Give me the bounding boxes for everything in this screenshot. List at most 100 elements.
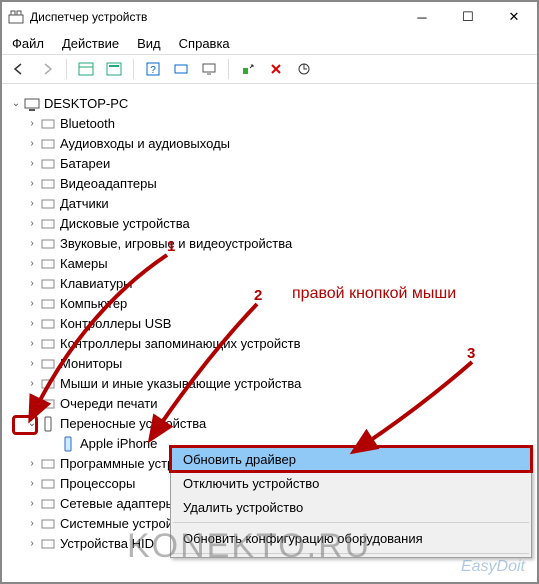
category-label: Дисковые устройства (60, 214, 190, 234)
refresh-icon[interactable] (293, 58, 315, 80)
collapse-icon[interactable]: ⌄ (26, 414, 38, 434)
category-row[interactable]: › Датчики (8, 194, 531, 214)
toolbar: ? (2, 54, 537, 84)
category-row[interactable]: › Дисковые устройства (8, 214, 531, 234)
category-row[interactable]: ›Мыши и иные указывающие устройства (8, 374, 531, 394)
expand-icon[interactable]: › (26, 394, 38, 414)
expand-icon[interactable]: › (26, 294, 38, 314)
category-label: Устройства HID (60, 534, 154, 554)
category-label: Bluetooth (60, 114, 115, 134)
category-icon (40, 156, 56, 172)
category-icon (40, 196, 56, 212)
category-row[interactable]: ›Очереди печати (8, 394, 531, 414)
category-label: Сетевые адаптеры (60, 494, 175, 514)
ctx-separator (173, 553, 529, 554)
category-row[interactable]: ›Камеры (8, 254, 531, 274)
expand-icon[interactable]: › (26, 354, 38, 374)
update-driver-icon[interactable] (237, 58, 259, 80)
expand-icon[interactable]: › (26, 474, 38, 494)
monitor-icon[interactable] (198, 58, 220, 80)
expand-icon[interactable]: › (26, 154, 38, 174)
device-manager-icon (8, 9, 24, 25)
category-label: Контроллеры запоминающих устройств (60, 334, 300, 354)
expand-icon[interactable]: › (26, 274, 38, 294)
category-icon (40, 396, 56, 412)
expand-icon[interactable]: › (26, 534, 38, 554)
category-icon (40, 276, 56, 292)
expand-icon[interactable]: › (26, 454, 38, 474)
category-label: Видеоадаптеры (60, 174, 157, 194)
portable-icon (40, 416, 56, 432)
maximize-button[interactable]: ☐ (445, 2, 491, 32)
category-row[interactable]: › Мониторы (8, 354, 531, 374)
category-icon (40, 316, 56, 332)
expand-icon[interactable]: › (26, 114, 38, 134)
forward-button[interactable] (36, 58, 58, 80)
expand-icon[interactable]: › (26, 514, 38, 534)
uninstall-icon[interactable] (265, 58, 287, 80)
window-title: Диспетчер устройств (30, 10, 147, 24)
ctx-update-driver[interactable]: Обновить драйвер (171, 447, 531, 471)
help-icon[interactable]: ? (142, 58, 164, 80)
category-row[interactable]: › Звуковые, игровые и видеоустройства (8, 234, 531, 254)
expand-icon[interactable]: › (26, 334, 38, 354)
category-label: Мониторы (60, 354, 122, 374)
scan-icon[interactable] (170, 58, 192, 80)
category-row[interactable]: › Компьютер (8, 294, 531, 314)
view-icon[interactable] (75, 58, 97, 80)
menu-help[interactable]: Справка (179, 36, 230, 51)
category-row[interactable]: › Контроллеры запоминающих устройств (8, 334, 531, 354)
ctx-label: Обновить конфигурацию оборудования (183, 531, 423, 546)
root-label: DESKTOP-PC (44, 94, 128, 114)
expand-icon[interactable]: › (26, 134, 38, 154)
ctx-uninstall-device[interactable]: Удалить устройство (171, 495, 531, 519)
category-row[interactable]: ›Контроллеры USB (8, 314, 531, 334)
category-label: Датчики (60, 194, 109, 214)
category-row[interactable]: › Bluetooth (8, 114, 531, 134)
category-label: Звуковые, игровые и видеоустройства (60, 234, 292, 254)
category-row[interactable]: › Видеоадаптеры (8, 174, 531, 194)
watermark-secondary: EasyDoit (461, 558, 525, 576)
category-label: Компьютер (60, 294, 127, 314)
back-button[interactable] (8, 58, 30, 80)
svg-text:?: ? (150, 65, 156, 76)
expand-icon[interactable]: › (26, 314, 38, 334)
category-icon (40, 476, 56, 492)
computer-icon (24, 96, 40, 112)
category-row[interactable]: ›Клавиатуры (8, 274, 531, 294)
category-portable[interactable]: ⌄ Переносные устройства (8, 414, 531, 434)
phone-icon (60, 436, 76, 452)
expand-icon[interactable]: › (26, 214, 38, 234)
root-node[interactable]: ⌄ DESKTOP-PC (8, 94, 531, 114)
properties-icon[interactable] (103, 58, 125, 80)
category-label: Переносные устройства (60, 414, 206, 434)
category-icon (40, 496, 56, 512)
menu-file[interactable]: Файл (12, 36, 44, 51)
collapse-icon[interactable]: ⌄ (10, 94, 22, 114)
menu-action[interactable]: Действие (62, 36, 119, 51)
category-row[interactable]: ›Аудиовходы и аудиовыходы (8, 134, 531, 154)
minimize-button[interactable]: ─ (399, 2, 445, 32)
expand-icon[interactable]: › (26, 234, 38, 254)
expand-icon[interactable]: › (26, 254, 38, 274)
category-icon (40, 516, 56, 532)
context-menu: Обновить драйвер Отключить устройство Уд… (170, 446, 532, 558)
ctx-disable-device[interactable]: Отключить устройство (171, 471, 531, 495)
expand-icon[interactable]: › (26, 374, 38, 394)
close-button[interactable]: ✕ (491, 2, 537, 32)
device-label: Apple iPhone (80, 434, 157, 454)
category-icon (40, 356, 56, 372)
expand-icon[interactable]: › (26, 194, 38, 214)
expand-icon[interactable]: › (26, 494, 38, 514)
category-icon (40, 116, 56, 132)
category-icon (40, 216, 56, 232)
menu-view[interactable]: Вид (137, 36, 161, 51)
ctx-label: Отключить устройство (183, 476, 319, 491)
ctx-label: Удалить устройство (183, 500, 303, 515)
ctx-scan-hardware[interactable]: Обновить конфигурацию оборудования (171, 526, 531, 550)
category-icon (40, 236, 56, 252)
category-icon (40, 456, 56, 472)
menubar: Файл Действие Вид Справка (2, 32, 537, 54)
category-row[interactable]: ›Батареи (8, 154, 531, 174)
expand-icon[interactable]: › (26, 174, 38, 194)
